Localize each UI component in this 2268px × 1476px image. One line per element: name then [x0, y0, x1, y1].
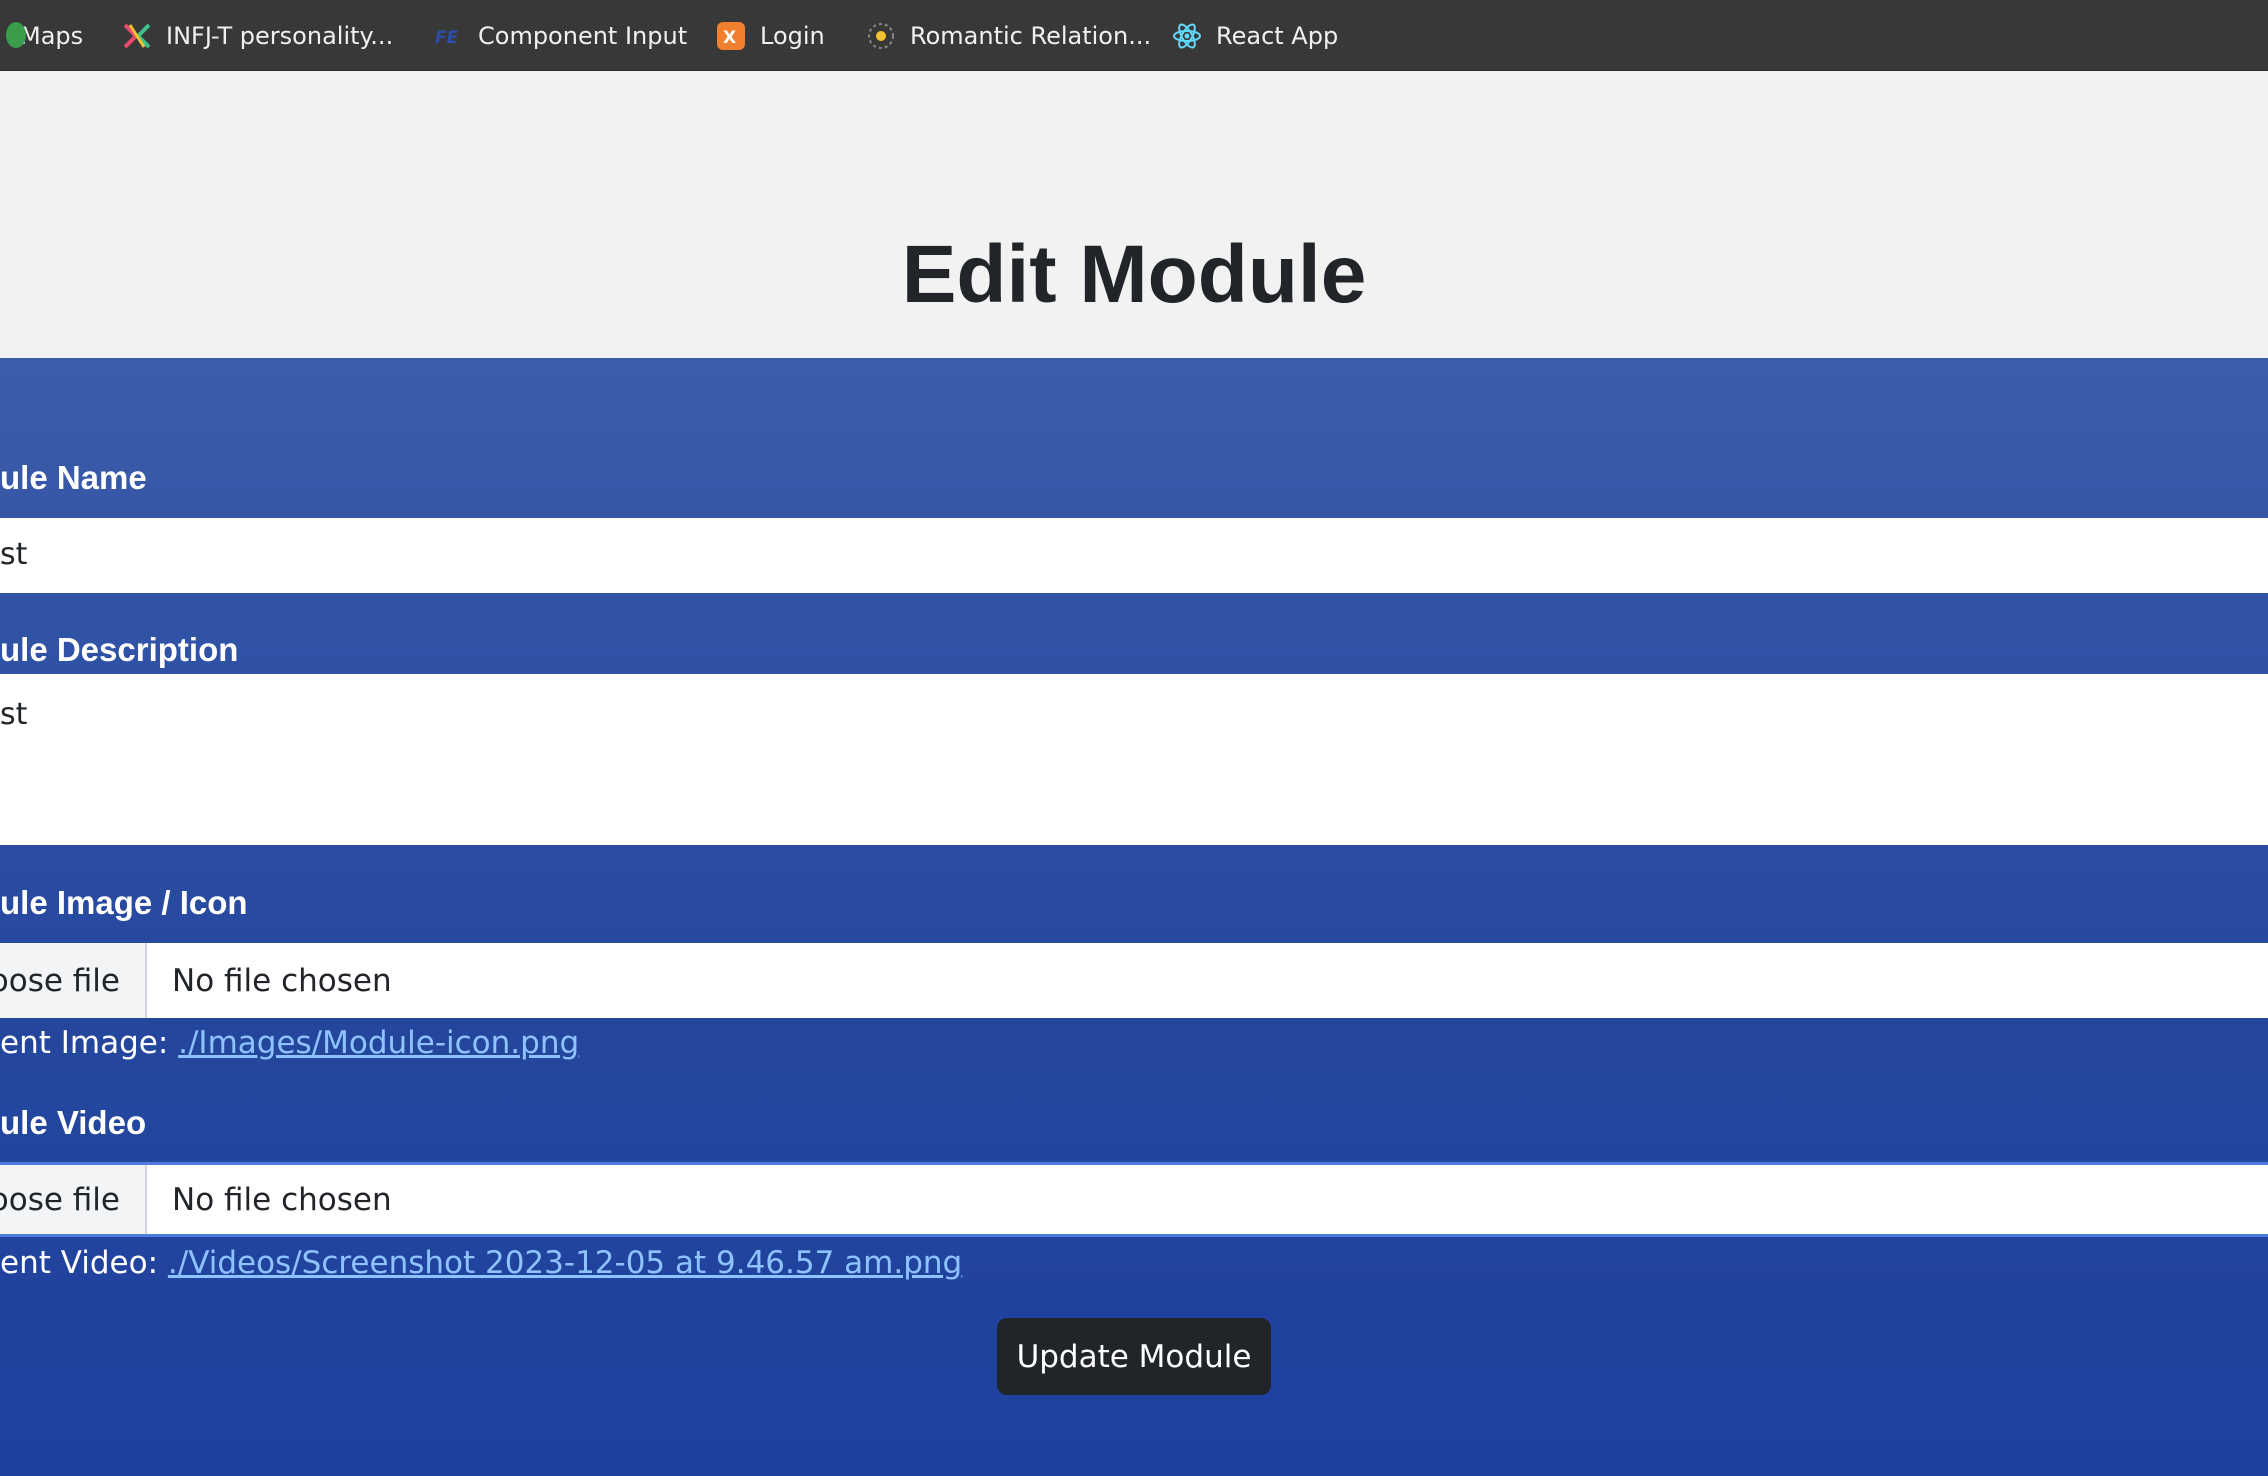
- module-description-textarea[interactable]: st: [0, 674, 2268, 845]
- current-image-link[interactable]: ./Images/Module-icon.png: [178, 1025, 579, 1061]
- svg-text:X: X: [723, 28, 736, 48]
- bookmark-maps[interactable]: Maps: [6, 0, 84, 71]
- bookmark-label: Maps: [20, 21, 84, 50]
- current-image-prefix: ent Image:: [0, 1025, 179, 1061]
- login-icon: X: [716, 21, 746, 51]
- bookmark-label: Login: [760, 21, 825, 50]
- bookmark-romantic[interactable]: Romantic Relation...: [866, 0, 1151, 71]
- module-name-label: ule Name: [0, 459, 147, 496]
- bookmark-label: Component Input: [478, 21, 688, 50]
- choose-image-button[interactable]: oose file: [0, 943, 147, 1018]
- module-name-value: st: [0, 537, 28, 572]
- bookmark-infj[interactable]: INFJ-T personality...: [122, 0, 393, 71]
- bookmark-label: Romantic Relation...: [910, 21, 1152, 50]
- update-module-button[interactable]: Update Module: [997, 1318, 1271, 1395]
- module-description-label: ule Description: [0, 631, 239, 668]
- choose-video-button[interactable]: oose file: [0, 1165, 147, 1234]
- infj-icon: [122, 21, 152, 51]
- svg-text:FE: FE: [435, 28, 459, 48]
- bookmarks-bar: Maps INFJ-T personality... FE Component …: [0, 0, 2268, 71]
- video-file-status: No file chosen: [172, 1181, 392, 1218]
- react-icon: [1172, 21, 1202, 51]
- image-file-status: No file chosen: [172, 962, 392, 999]
- bookmark-login[interactable]: X Login: [716, 0, 825, 71]
- current-video-link[interactable]: ./Videos/Screenshot 2023-12-05 at 9.46.5…: [168, 1245, 962, 1281]
- module-video-label: ule Video: [0, 1104, 147, 1141]
- maps-icon: [6, 22, 26, 48]
- current-video-line: ent Video: ./Videos/Screenshot 2023-12-0…: [0, 1245, 962, 1281]
- bookmark-component-input[interactable]: FE Component Input: [434, 0, 687, 71]
- page-title: Edit Module: [901, 229, 1367, 320]
- module-image-file-input[interactable]: oose file No file chosen: [0, 943, 2268, 1018]
- current-video-prefix: ent Video:: [0, 1245, 168, 1281]
- bookmark-label: React App: [1216, 21, 1339, 50]
- module-description-value: st: [0, 697, 28, 732]
- module-video-file-input[interactable]: oose file No file chosen: [0, 1162, 2268, 1237]
- component-icon: FE: [434, 21, 464, 51]
- bookmark-label: INFJ-T personality...: [166, 21, 394, 50]
- module-image-label: ule Image / Icon: [0, 884, 248, 921]
- module-name-input[interactable]: st: [0, 518, 2268, 593]
- bookmark-react-app[interactable]: React App: [1172, 0, 1338, 71]
- romantic-icon: [866, 21, 896, 51]
- current-image-line: ent Image: ./Images/Module-icon.png: [0, 1025, 579, 1061]
